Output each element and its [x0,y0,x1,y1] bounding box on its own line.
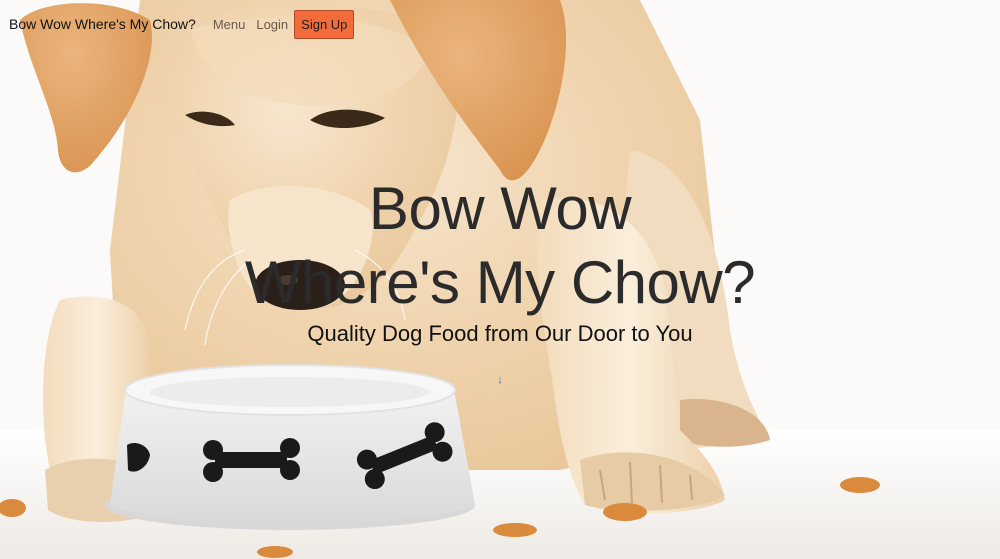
nav-link-login[interactable]: Login [256,17,288,32]
arrow-down-icon[interactable]: ↓ [493,374,507,390]
hero-title-line1: Bow Wow [368,175,632,242]
hero-tagline: Quality Dog Food from Our Door to You [307,321,693,346]
hero-title-line2: Where's My Chow? [244,249,756,316]
navbar: Bow Wow Where's My Chow? Menu Login Sign… [0,0,1000,48]
signup-button[interactable]: Sign Up [294,9,355,39]
brand-link[interactable]: Bow Wow Where's My Chow? [9,16,196,32]
hero-section: Bow Wow Where's My Chow? Menu Login Sign… [0,0,1000,559]
nav-link-menu[interactable]: Menu [213,17,246,32]
hero-title: Bow Wow Where's My Chow? [0,172,1000,320]
